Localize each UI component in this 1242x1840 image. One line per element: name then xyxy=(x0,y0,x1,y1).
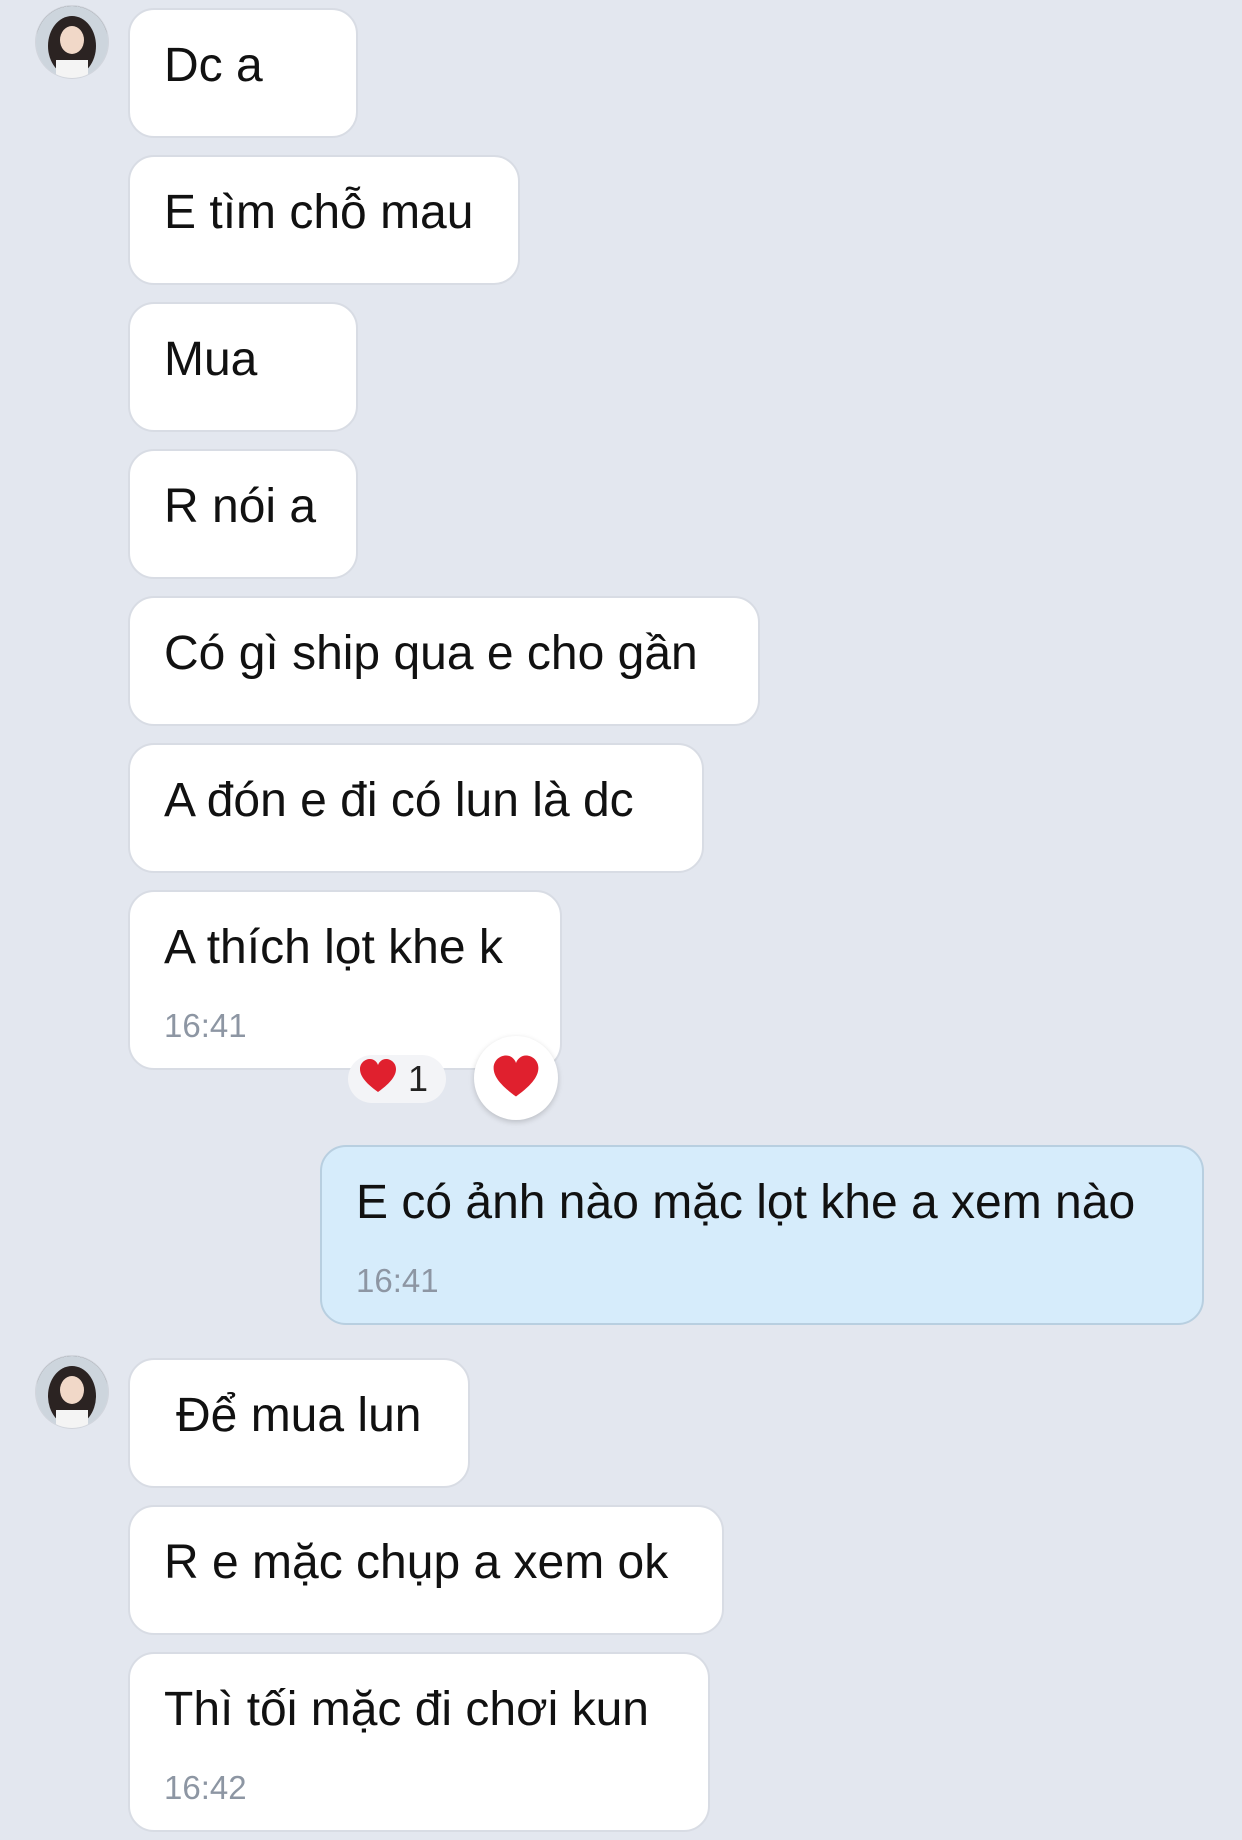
message-text: Dc a xyxy=(164,39,263,92)
message-text: E có ảnh nào mặc lọt khe a xem nào xyxy=(356,1176,1136,1229)
message-text: A thích lọt khe k xyxy=(164,921,503,974)
message-text: A đón e đi có lun là dc xyxy=(164,774,634,827)
message-text: Thì tối mặc đi chơi kun xyxy=(164,1683,649,1736)
message-bubble[interactable]: Có gì ship qua e cho gần xyxy=(128,596,760,726)
message-bubble[interactable]: R nói a xyxy=(128,449,358,579)
heart-icon xyxy=(491,1053,541,1104)
message-bubble[interactable]: Thì tối mặc đi chơi kun 16:42 xyxy=(128,1652,710,1832)
message-bubble[interactable]: R e mặc chụp a xem ok xyxy=(128,1505,724,1635)
message-text: Có gì ship qua e cho gần xyxy=(164,627,698,680)
message-timestamp: 16:41 xyxy=(356,1262,439,1299)
message-bubble[interactable]: Mua xyxy=(128,302,358,432)
message-text: R nói a xyxy=(164,480,317,533)
message-bubble[interactable]: Dc a xyxy=(128,8,358,138)
outgoing-message-bubble[interactable]: E có ảnh nào mặc lọt khe a xem nào 16:41 xyxy=(320,1145,1204,1325)
heart-icon xyxy=(358,1057,398,1102)
message-text: Mua xyxy=(164,333,258,386)
message-text: Để mua lun xyxy=(176,1389,422,1442)
contact-avatar[interactable] xyxy=(36,6,108,78)
message-bubble[interactable]: Để mua lun xyxy=(128,1358,470,1488)
message-timestamp: 16:41 xyxy=(164,1007,247,1044)
react-heart-button[interactable] xyxy=(474,1036,558,1120)
reaction-summary[interactable]: 1 xyxy=(348,1055,446,1103)
message-timestamp: 16:42 xyxy=(164,1769,247,1806)
message-bubble[interactable]: E tìm chỗ mau xyxy=(128,155,520,285)
message-text: R e mặc chụp a xem ok xyxy=(164,1536,669,1589)
message-text: E tìm chỗ mau xyxy=(164,186,474,239)
message-bubble[interactable]: A đón e đi có lun là dc xyxy=(128,743,704,873)
reaction-count: 1 xyxy=(408,1058,429,1099)
contact-avatar[interactable] xyxy=(36,1356,108,1428)
